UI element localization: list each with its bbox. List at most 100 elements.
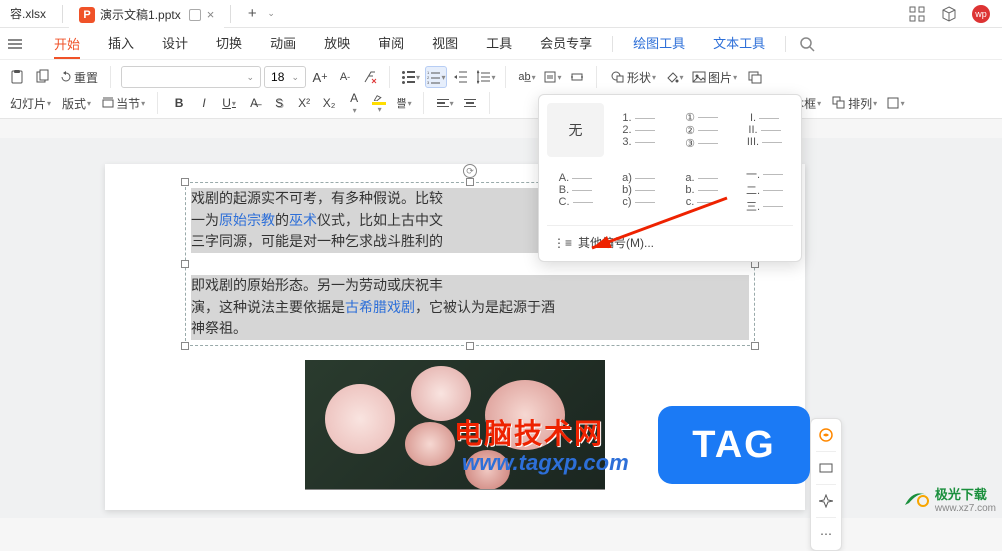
- numbering-button[interactable]: 123▾: [425, 66, 447, 88]
- divider: [785, 36, 786, 52]
- shape-outline-button[interactable]: ▾: [884, 92, 906, 114]
- image-label: 图片: [708, 69, 732, 86]
- reset-slide-button[interactable]: 重置: [56, 66, 102, 88]
- bullets-button[interactable]: ▾: [400, 66, 422, 88]
- clear-format-button[interactable]: [359, 66, 381, 88]
- layout-button[interactable]: 版式▾: [58, 92, 95, 114]
- menu-drawing-tools[interactable]: 绘图工具: [619, 28, 699, 60]
- image-button[interactable]: 图片▾: [688, 66, 741, 88]
- decrease-indent-button[interactable]: [450, 66, 472, 88]
- numbering-option-lower-paren[interactable]: a) b) c): [610, 163, 667, 217]
- powerpoint-icon: P: [79, 7, 95, 23]
- app-menu-icon[interactable]: [6, 35, 40, 53]
- numbering-option-chinese[interactable]: 一. 二. 三.: [736, 163, 793, 217]
- app-grid-icon[interactable]: [908, 5, 926, 23]
- resize-handle[interactable]: [466, 342, 474, 350]
- align-left-button[interactable]: ▾: [434, 92, 456, 114]
- decrease-font-button[interactable]: A-: [334, 66, 356, 88]
- more-tools-icon[interactable]: ⋯: [814, 522, 838, 546]
- numbering-dropdown: 无 1. 2. 3. ① ② ③ I. II. III. A. B. C. a)…: [538, 94, 802, 262]
- tab-label: 演示文稿1.pptx: [100, 6, 181, 23]
- bold-button[interactable]: B: [168, 92, 190, 114]
- line-spacing-button[interactable]: ▾: [475, 66, 497, 88]
- resize-handle[interactable]: [466, 178, 474, 186]
- shape-fill-button[interactable]: ▾: [663, 66, 685, 88]
- subscript-button[interactable]: X₂: [318, 92, 340, 114]
- more-numbering-label: 其他编号(M)...: [578, 234, 654, 251]
- menu-design[interactable]: 设计: [148, 28, 202, 60]
- tab-menu-icon[interactable]: ⌄: [267, 8, 275, 19]
- divider: [62, 5, 63, 23]
- slide-label: 幻灯片: [10, 95, 46, 112]
- numbering-option-decimal[interactable]: 1. 2. 3.: [610, 103, 667, 157]
- window-mode-icon[interactable]: [189, 9, 201, 21]
- change-case-button[interactable]: 쁠▾: [393, 92, 415, 114]
- replace-image-button[interactable]: [744, 66, 766, 88]
- menu-slideshow[interactable]: 放映: [310, 28, 364, 60]
- rotate-handle-icon[interactable]: ⟳: [463, 164, 477, 178]
- paste-button[interactable]: [6, 66, 28, 88]
- resize-handle[interactable]: [181, 342, 189, 350]
- numbering-option-circled[interactable]: ① ② ③: [673, 103, 730, 157]
- shadow-button[interactable]: S: [268, 92, 290, 114]
- numbering-option-roman[interactable]: I. II. III.: [736, 103, 793, 157]
- close-tab-icon[interactable]: ×: [207, 7, 215, 22]
- align-center-button[interactable]: [459, 92, 481, 114]
- reset-label: 重置: [74, 69, 98, 86]
- menubar: 开始 插入 设计 切换 动画 放映 审阅 视图 工具 会员专享 绘图工具 文本工…: [0, 28, 1002, 60]
- watermark-url: www.tagxp.com: [462, 450, 629, 476]
- section-button[interactable]: 当节▾: [98, 92, 149, 114]
- user-avatar[interactable]: wp: [972, 5, 990, 23]
- watermark-title: 电脑技术网: [454, 412, 604, 452]
- resize-handle[interactable]: [751, 342, 759, 350]
- section-label: 当节: [116, 95, 140, 112]
- resize-handle[interactable]: [181, 260, 189, 268]
- watermark-tag: TAG: [658, 406, 810, 484]
- menu-view[interactable]: 视图: [418, 28, 472, 60]
- layout-tool-icon[interactable]: [814, 456, 838, 480]
- divider: [230, 5, 231, 23]
- copy-button[interactable]: [31, 66, 53, 88]
- effects-tool-icon[interactable]: [814, 489, 838, 513]
- menu-member[interactable]: 会员专享: [526, 28, 606, 60]
- increase-font-button[interactable]: A+: [309, 66, 331, 88]
- tab-xlsx[interactable]: 容.xlsx: [0, 0, 56, 28]
- underline-button[interactable]: U▾: [218, 92, 240, 114]
- menu-insert[interactable]: 插入: [94, 28, 148, 60]
- font-size-select[interactable]: 18⌄: [264, 66, 306, 88]
- new-slide-button[interactable]: 幻灯片▾: [6, 92, 55, 114]
- strike-button[interactable]: A̶: [243, 92, 265, 114]
- highlight-button[interactable]: ▾: [368, 92, 390, 114]
- titlebar: 容.xlsx P 演示文稿1.pptx × + ⌄ wp: [0, 0, 1002, 28]
- numbering-option-lower-dot[interactable]: a. b. c.: [673, 163, 730, 217]
- menu-animation[interactable]: 动画: [256, 28, 310, 60]
- font-size-value: 18: [271, 70, 284, 84]
- tab-label: 容.xlsx: [10, 5, 46, 22]
- tab-pptx[interactable]: P 演示文稿1.pptx ×: [69, 0, 224, 28]
- new-tab-button[interactable]: +: [241, 5, 263, 22]
- arrange-label: 排列: [848, 95, 872, 112]
- menu-review[interactable]: 审阅: [364, 28, 418, 60]
- menu-home[interactable]: 开始: [40, 29, 94, 59]
- superscript-button[interactable]: X²: [293, 92, 315, 114]
- more-numbering-button[interactable]: ⋮≡ 其他编号(M)...: [547, 225, 793, 257]
- numbering-option-upper-alpha[interactable]: A. B. C.: [547, 163, 604, 217]
- align-text-button[interactable]: ▾: [541, 66, 563, 88]
- menu-text-tools[interactable]: 文本工具: [699, 28, 779, 60]
- text-direction-button[interactable]: ab̲▾: [516, 66, 538, 88]
- search-icon[interactable]: [796, 33, 818, 55]
- autofit-button[interactable]: [566, 66, 588, 88]
- numbering-option-none[interactable]: 无: [547, 103, 604, 157]
- arrange-button[interactable]: 排列▾: [828, 92, 881, 114]
- menu-transition[interactable]: 切换: [202, 28, 256, 60]
- shape-button[interactable]: 形状▾: [607, 66, 660, 88]
- layout-label: 版式: [62, 95, 86, 112]
- font-color-button[interactable]: A▾: [343, 92, 365, 114]
- floating-tools-panel: ⋯: [810, 418, 842, 551]
- cube-icon[interactable]: [940, 5, 958, 23]
- resize-handle[interactable]: [181, 178, 189, 186]
- font-family-select[interactable]: ⌄: [121, 66, 261, 88]
- italic-button[interactable]: I: [193, 92, 215, 114]
- menu-tools[interactable]: 工具: [472, 28, 526, 60]
- ai-tool-icon[interactable]: [814, 423, 838, 447]
